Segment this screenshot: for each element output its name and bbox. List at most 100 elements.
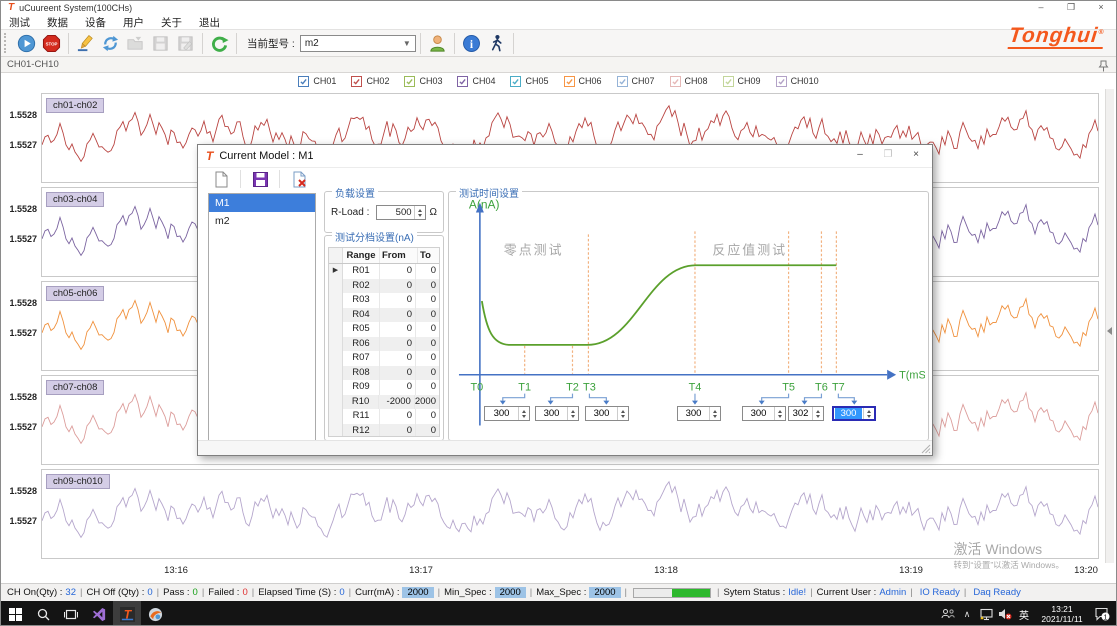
from-cell[interactable]: 0 (380, 322, 416, 337)
range-cell[interactable]: R06 (343, 337, 380, 352)
taskbar-current-app-icon[interactable]: T (113, 601, 141, 626)
menu-item-3[interactable]: 用户 (123, 15, 144, 30)
model-list-item-m1[interactable]: M1 (209, 194, 315, 212)
network-warning-icon[interactable] (978, 606, 994, 622)
to-cell[interactable]: 0 (416, 322, 439, 337)
range-cell[interactable]: R10 (343, 395, 380, 410)
from-cell[interactable]: 0 (380, 308, 416, 323)
timer-input-t1[interactable]: 300 (484, 406, 530, 421)
timer-input-t2[interactable]: 300 (535, 406, 579, 421)
save-icon[interactable] (148, 31, 173, 55)
ime-indicator[interactable]: 英 (1016, 607, 1032, 622)
to-cell[interactable]: 2000 (415, 395, 439, 410)
spinner-arrows[interactable] (518, 407, 529, 420)
channel-checkbox-ch01[interactable]: CH01 (298, 76, 336, 87)
to-cell[interactable]: 0 (416, 409, 439, 424)
user-icon[interactable] (425, 31, 450, 55)
range-row-r12[interactable]: R1200 (329, 424, 439, 438)
exit-walk-icon[interactable] (484, 31, 509, 55)
range-row-r04[interactable]: R0400 (329, 308, 439, 323)
menu-item-0[interactable]: 测试 (9, 15, 30, 30)
to-cell[interactable]: 0 (416, 380, 439, 395)
menu-item-5[interactable]: 退出 (199, 15, 220, 30)
range-cell[interactable]: R05 (343, 322, 380, 337)
menu-item-1[interactable]: 数据 (47, 15, 68, 30)
channel-checkbox-ch06[interactable]: CH06 (564, 76, 602, 87)
from-cell[interactable]: 0 (380, 409, 416, 424)
open-icon[interactable] (123, 31, 148, 55)
window-close-button[interactable]: × (1086, 1, 1116, 14)
channel-checkbox-ch010[interactable]: CH010 (776, 76, 819, 87)
range-cell[interactable]: R12 (343, 424, 380, 438)
range-row-r06[interactable]: R0600 (329, 337, 439, 352)
taskbar-visual-studio-icon[interactable] (85, 601, 113, 626)
from-cell[interactable]: 0 (380, 351, 416, 366)
window-restore-button[interactable]: ❐ (1056, 1, 1086, 14)
to-cell[interactable]: 0 (416, 337, 439, 352)
from-cell[interactable]: 0 (380, 279, 416, 294)
channel-checkbox-ch02[interactable]: CH02 (351, 76, 389, 87)
model-select[interactable]: m2 ▼ (300, 35, 416, 52)
run-button[interactable] (14, 31, 39, 55)
save-model-icon[interactable] (247, 168, 273, 190)
channel-checkbox-ch08[interactable]: CH08 (670, 76, 708, 87)
to-cell[interactable]: 0 (416, 264, 439, 279)
people-tray-icon[interactable] (940, 606, 956, 622)
task-view-button[interactable] (57, 601, 85, 626)
refresh-icon[interactable] (207, 31, 232, 55)
range-row-r03[interactable]: R0300 (329, 293, 439, 308)
spinner-arrows[interactable] (709, 407, 720, 420)
range-cell[interactable]: R11 (343, 409, 380, 424)
range-row-r10[interactable]: R10-20002000 (329, 395, 439, 410)
rload-input[interactable]: 500 (376, 205, 426, 220)
range-cell[interactable]: R09 (343, 380, 380, 395)
search-icon[interactable] (29, 601, 57, 626)
to-cell[interactable]: 0 (416, 293, 439, 308)
range-row-r11[interactable]: R1100 (329, 409, 439, 424)
to-cell[interactable]: 0 (416, 366, 439, 381)
from-cell[interactable]: 0 (380, 380, 416, 395)
range-cell[interactable]: R07 (343, 351, 380, 366)
range-cell[interactable]: R08 (343, 366, 380, 381)
timer-input-t3[interactable]: 300 (585, 406, 629, 421)
spinner-arrows[interactable] (863, 408, 874, 419)
resize-grip[interactable] (921, 444, 931, 454)
model-list-item-m2[interactable]: m2 (209, 212, 315, 230)
channel-checkbox-ch09[interactable]: CH09 (723, 76, 761, 87)
window-minimize-button[interactable]: – (1026, 1, 1056, 14)
range-row-r07[interactable]: R0700 (329, 351, 439, 366)
start-button[interactable] (1, 601, 29, 626)
channel-checkbox-ch05[interactable]: CH05 (510, 76, 548, 87)
menu-item-4[interactable]: 关于 (161, 15, 182, 30)
delete-model-icon[interactable] (286, 168, 312, 190)
range-cell[interactable]: R04 (343, 308, 380, 323)
to-cell[interactable]: 0 (416, 279, 439, 294)
range-row-r02[interactable]: R0200 (329, 279, 439, 294)
channel-checkbox-ch04[interactable]: CH04 (457, 76, 495, 87)
dialog-close-button[interactable]: × (902, 145, 930, 165)
range-row-r01[interactable]: ▶R0100 (329, 264, 439, 279)
stop-button[interactable]: STOP (39, 31, 64, 55)
dialog-minimize-button[interactable]: – (846, 145, 874, 165)
from-cell[interactable]: 0 (380, 366, 416, 381)
channel-checkbox-ch07[interactable]: CH07 (617, 76, 655, 87)
range-cell[interactable]: R02 (343, 279, 380, 294)
spinner-arrows[interactable] (414, 206, 425, 219)
timer-input-t7[interactable]: 300 (832, 406, 876, 421)
spinner-arrows[interactable] (567, 407, 578, 420)
from-cell[interactable]: -2000 (379, 395, 415, 410)
timer-input-t4[interactable]: 300 (677, 406, 721, 421)
sync-icon[interactable] (98, 31, 123, 55)
channel-checkbox-ch03[interactable]: CH03 (404, 76, 442, 87)
spinner-arrows[interactable] (774, 407, 785, 420)
timer-input-t6[interactable]: 302 (788, 406, 824, 421)
panel-splitter[interactable] (1105, 89, 1114, 563)
range-row-r05[interactable]: R0500 (329, 322, 439, 337)
tray-expand-chevron-icon[interactable]: ∧ (959, 606, 975, 622)
taskbar-clock[interactable]: 13:21 2021/11/11 (1035, 604, 1089, 624)
new-model-icon[interactable] (208, 168, 234, 190)
from-cell[interactable]: 0 (380, 264, 416, 279)
to-cell[interactable]: 0 (416, 308, 439, 323)
edit-icon[interactable] (73, 31, 98, 55)
save-as-icon[interactable] (173, 31, 198, 55)
